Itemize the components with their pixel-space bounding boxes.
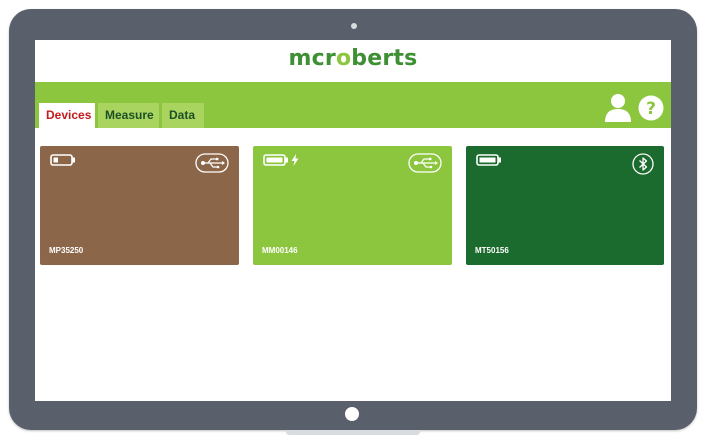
help-icon[interactable]: ? (638, 95, 664, 121)
camera-dot (351, 23, 357, 29)
svg-text:?: ? (646, 99, 656, 119)
charging-bolt-icon (291, 154, 299, 166)
tab-data[interactable]: Data (162, 103, 204, 128)
device-id: MP35250 (49, 246, 84, 255)
brand-logo: mcroberts (289, 46, 418, 71)
battery-full-icon (263, 154, 288, 166)
tab-measure[interactable]: Measure (98, 103, 159, 128)
logo-suffix: berts (351, 46, 418, 71)
device-card[interactable]: MM00146 (253, 146, 452, 265)
device-card[interactable]: MT50156 (466, 146, 664, 265)
user-icon[interactable] (604, 92, 632, 122)
usb-icon (195, 153, 229, 173)
app-screen: mcroberts Devices Measure Data ? MP35250… (35, 40, 671, 401)
device-id: MM00146 (262, 246, 298, 255)
home-button[interactable] (345, 407, 359, 421)
tab-devices[interactable]: Devices (39, 103, 95, 128)
device-id: MT50156 (475, 246, 509, 255)
logo-bar: mcroberts (35, 40, 671, 82)
usb-icon (408, 153, 442, 173)
nav-bar: Devices Measure Data ? (35, 82, 671, 128)
device-card[interactable]: MP35250 (40, 146, 239, 265)
battery-full-icon (476, 154, 501, 166)
tablet-stand (286, 430, 420, 435)
bluetooth-icon (632, 153, 654, 175)
battery-low-icon (50, 154, 75, 166)
logo-prefix: mcr (288, 46, 336, 71)
logo-o: o (335, 46, 352, 71)
